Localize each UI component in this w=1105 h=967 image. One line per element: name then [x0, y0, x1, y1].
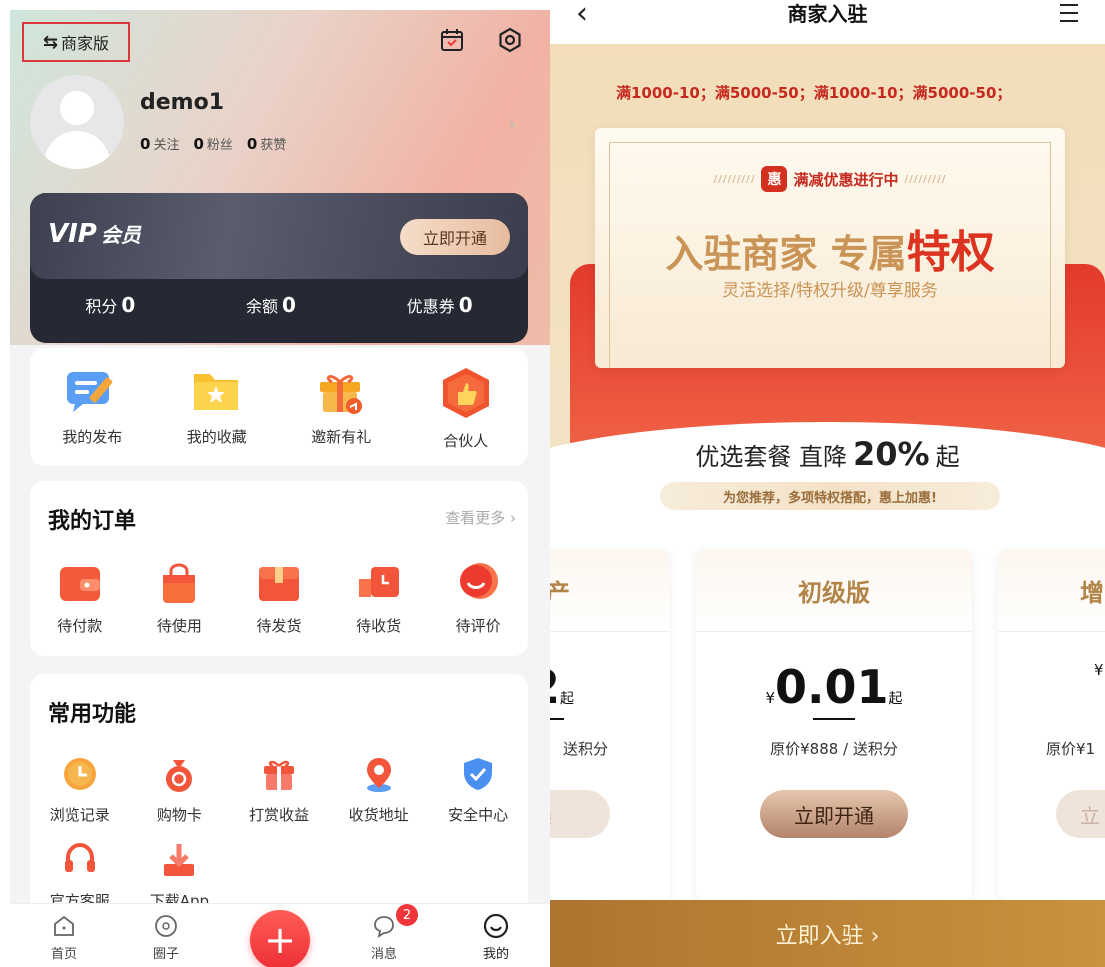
vip-stat-points[interactable]: 积分 0: [85, 293, 135, 317]
delivery-truck-icon: [355, 561, 403, 605]
mode-switch-label: 商家版: [61, 34, 110, 53]
tab-circle[interactable]: 圈子: [136, 912, 196, 962]
back-arrow-icon[interactable]: ‹: [576, 0, 588, 29]
plan-card-basic[interactable]: 初级版 ¥0.01起 原价¥888 / 送积分 立即开通: [696, 550, 972, 900]
user-stats: 0 关注 0 粉丝 0 获赞: [140, 134, 286, 153]
calendar-icon[interactable]: [438, 26, 466, 54]
orders-more-link[interactable]: 查看更多 ›: [445, 507, 516, 528]
plus-icon: +: [264, 918, 296, 962]
function-item-security[interactable]: 安全中心: [433, 754, 523, 825]
plan-basic-open-button[interactable]: 立即开通: [760, 790, 908, 838]
chat-bubble-icon: [370, 912, 398, 940]
functions-card: 常用功能 浏览记录 购物卡 打赏收益 收货地址 安全中心 官方客服 下载App: [30, 674, 528, 914]
merchant-join-page: 商家入驻 ‹ 满1000-10；满5000-50；满1000-10；满5000-…: [550, 0, 1105, 967]
home-icon: [50, 912, 78, 940]
orders-title: 我的订单: [48, 509, 137, 534]
privilege-letter: ///////// 惠 满减优惠进行中 ///////// 入驻商家 专属特权 …: [595, 128, 1065, 368]
vip-stat-coupons[interactable]: 优惠券 0: [407, 293, 473, 317]
stat-follow[interactable]: 0 关注: [140, 134, 179, 153]
chevron-right-icon[interactable]: ›: [508, 112, 516, 136]
discount-badge-icon: 惠: [761, 166, 788, 192]
function-item-shopping-card[interactable]: 购物卡: [134, 754, 224, 825]
plan-next-open-button[interactable]: 立: [1056, 790, 1105, 838]
money-bag-icon: [159, 754, 199, 794]
function-item-customer-service[interactable]: 官方客服: [30, 840, 130, 911]
hero-subtitle: 灵活选择/特权升级/尊享服务: [722, 281, 938, 301]
comment-icon: [454, 561, 502, 605]
vip-open-button[interactable]: 立即开通: [400, 219, 510, 255]
compass-icon: [152, 912, 180, 940]
settings-icon[interactable]: [496, 26, 524, 54]
gift-box-icon: [259, 754, 299, 794]
order-item-to-ship[interactable]: 待发货: [234, 561, 324, 636]
username: demo1: [140, 90, 225, 115]
tab-home[interactable]: 首页: [34, 912, 94, 962]
edit-note-icon: [63, 366, 121, 416]
vip-stats: 积分 0 余额 0 优惠券 0: [30, 293, 528, 317]
vip-stat-balance[interactable]: 余额 0: [246, 293, 296, 317]
quick-item-favorites[interactable]: 我的收藏: [167, 366, 267, 451]
quick-actions-card: 我的发布 我的收藏 邀新有礼 合伙人: [30, 348, 528, 466]
order-item-pending-payment[interactable]: 待付款: [35, 561, 125, 636]
order-item-to-use[interactable]: 待使用: [134, 561, 224, 636]
headset-icon: [60, 840, 100, 880]
download-icon: [159, 840, 199, 880]
clock-icon: [60, 754, 100, 794]
plan-desc: 原价¥888 / 送积分: [770, 740, 898, 758]
package-icon: [255, 561, 303, 605]
packages-title: 优选套餐 直降 20% 起: [695, 435, 960, 473]
merchant-mode-switch[interactable]: ⇆ 商家版: [22, 22, 130, 62]
order-item-to-receive[interactable]: 待收货: [334, 561, 424, 636]
shield-check-icon: [458, 754, 498, 794]
avatar[interactable]: [30, 75, 124, 169]
vip-logo: VIP 会员: [48, 219, 141, 249]
shopping-bag-icon: [155, 561, 203, 605]
quick-item-publish[interactable]: 我的发布: [42, 366, 142, 451]
switch-arrows-icon: ⇆: [42, 31, 59, 53]
location-pin-icon: [359, 754, 399, 794]
bottom-tab-bar: 首页 圈子 + 消息 2 我的: [10, 903, 550, 967]
messages-badge: 2: [396, 904, 418, 926]
function-item-history[interactable]: 浏览记录: [35, 754, 125, 825]
smile-face-icon: [482, 912, 510, 940]
stat-likes[interactable]: 0 获赞: [247, 134, 286, 153]
plan-name: 初级版: [696, 550, 972, 632]
function-item-tips[interactable]: 打赏收益: [234, 754, 324, 825]
stat-fans[interactable]: 0 粉丝: [193, 134, 232, 153]
orders-card: 我的订单 查看更多 › 待付款 待使用 待发货 待收货 待评价: [30, 481, 528, 656]
order-item-to-review[interactable]: 待评价: [433, 561, 523, 636]
star-folder-icon: [188, 366, 246, 416]
packages-subtitle: 为您推荐，多项特权搭配，惠上加惠!: [660, 482, 1000, 510]
join-now-button[interactable]: 立即入驻 ›: [550, 900, 1105, 967]
publish-plus-button[interactable]: +: [250, 910, 310, 967]
vip-card: VIP 会员 立即开通 积分 0 余额 0 优惠券 0: [30, 193, 528, 343]
page-title: 商家入驻: [787, 2, 868, 26]
promo-hero: 满1000-10；满5000-50；满1000-10；满5000-50； ///…: [550, 44, 1105, 464]
mine-page: ⇆ 商家版 demo1 0 关注 0 粉丝 0 获赞 › VIP 会员 立即开通 积分 0…: [10, 10, 550, 967]
discount-tag: ///////// 惠 满减优惠进行中 /////////: [595, 166, 1065, 192]
plan-prev-open-button[interactable]: 开通: [550, 790, 610, 838]
hero-title: 入驻商家 专属特权: [665, 227, 995, 278]
promo-ticker: 满1000-10；满5000-50；满1000-10；满5000-50；: [616, 84, 1012, 102]
quick-item-invite[interactable]: 邀新有礼: [291, 366, 391, 451]
functions-title: 常用功能: [48, 702, 137, 727]
plan-price: ¥0.01起: [765, 660, 903, 714]
gift-share-icon: [312, 366, 370, 416]
plan-card-next[interactable]: 增 ¥ 原价¥1 立: [998, 550, 1105, 900]
quick-item-partner[interactable]: 合伙人: [416, 366, 516, 451]
thumbs-up-icon: [437, 366, 495, 420]
wallet-icon: [56, 561, 104, 605]
function-item-download-app[interactable]: 下载App: [130, 840, 230, 911]
function-item-address[interactable]: 收货地址: [334, 754, 424, 825]
tab-mine[interactable]: 我的: [466, 912, 526, 962]
menu-icon[interactable]: [1060, 4, 1078, 28]
plan-card-prev[interactable]: 产 2起 送积分 开通: [550, 550, 670, 900]
